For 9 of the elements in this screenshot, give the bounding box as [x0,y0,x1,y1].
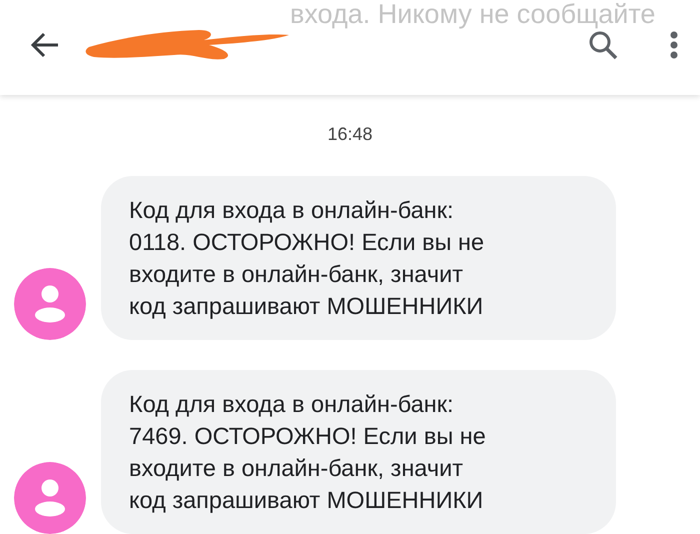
previous-message-text: входа. Никому не сообщайте [290,1,656,28]
contact-avatar [14,462,86,534]
more-options-icon[interactable] [670,31,678,59]
back-icon[interactable] [30,32,60,58]
contact-avatar [14,268,86,340]
message-bubble: Код для входа в онлайн-банк: 7469. ОСТОРОЖНО! Если вы не входите в онлайн-банк, значит код запрашивают МОШЕННИКИ [101,370,616,534]
search-icon[interactable] [588,30,618,60]
message-bubble: Код для входа в онлайн-банк: 0118. ОСТОРОЖНО! Если вы не входите в онлайн-банк, значит код запрашивают МОШЕННИКИ [101,176,616,340]
message-timestamp: 16:48 [327,124,373,144]
